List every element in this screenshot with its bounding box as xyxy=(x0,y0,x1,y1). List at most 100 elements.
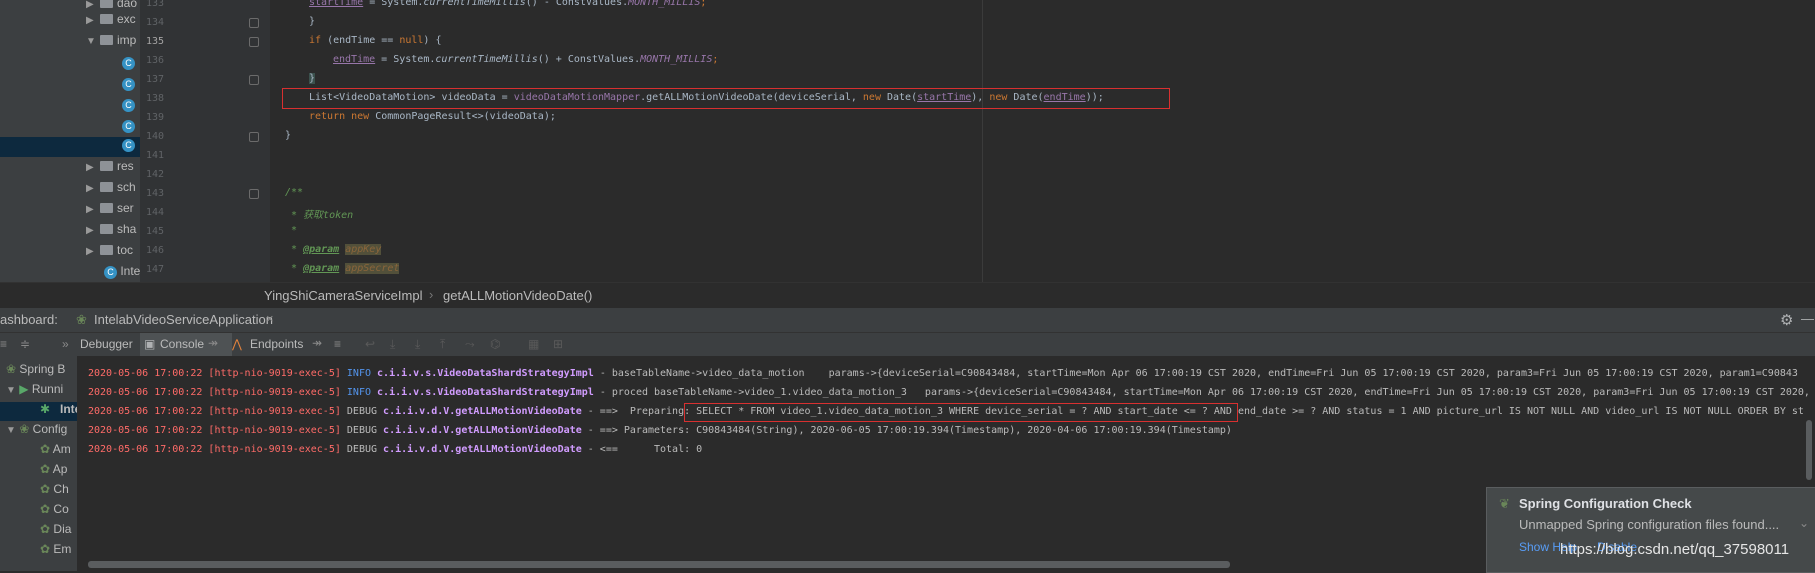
expand-arrow-icon[interactable]: ▶ xyxy=(86,162,100,173)
tree-item-label: Inte xyxy=(120,264,140,278)
fold-marker-icon[interactable] xyxy=(249,37,259,47)
expand-arrow-icon[interactable]: ▶ xyxy=(86,225,100,236)
run-icon: ▶ xyxy=(19,382,29,396)
tree-item-impl[interactable]: ▼ imp xyxy=(86,33,136,53)
spring-leaf-icon: ❦ xyxy=(1499,496,1510,511)
tab-debugger[interactable]: Debugger xyxy=(80,337,133,351)
horizontal-scrollbar[interactable] xyxy=(88,561,1230,568)
tab-console[interactable]: Console xyxy=(160,337,204,351)
run-to-cursor-icon[interactable]: ⤳ xyxy=(465,338,477,350)
expand-arrow-icon[interactable]: ▶ xyxy=(86,246,100,257)
expand-arrow-icon[interactable]: ▶ xyxy=(86,183,100,194)
service-item[interactable]: ▼ ❀ Config xyxy=(6,422,67,441)
spring-bean-icon: ✿ xyxy=(40,522,51,536)
log-line: 2020-05-06 17:00:22 [http-nio-9019-exec-… xyxy=(88,387,1815,398)
code-line-140: } xyxy=(285,130,292,141)
step-out-icon[interactable]: ⤒ xyxy=(440,338,452,350)
collapse-arrow-icon[interactable]: ▼ xyxy=(6,385,16,396)
service-item[interactable]: ✿ Ch xyxy=(40,482,69,501)
pin-icon[interactable]: ↠ xyxy=(312,336,322,350)
line-number: 141 xyxy=(145,150,164,161)
tree-item-sha[interactable]: ▶ sha xyxy=(86,222,136,242)
log-line: 2020-05-06 17:00:22 [http-nio-9019-exec-… xyxy=(88,425,1232,436)
expand-arrow-icon[interactable]: ▶ xyxy=(86,0,100,10)
tree-item-class[interactable]: C xyxy=(122,55,135,75)
tree-item-class-selected[interactable]: C xyxy=(0,137,140,157)
service-item[interactable]: ▼ ▶ Runni xyxy=(6,382,63,401)
minimize-panel-icon[interactable]: — xyxy=(1801,311,1814,326)
service-item[interactable]: ✿ Co xyxy=(40,502,69,521)
expand-arrow-icon[interactable]: ▶ xyxy=(86,15,100,26)
fold-marker-icon[interactable] xyxy=(249,18,259,28)
grid-icon[interactable]: ⊞ xyxy=(553,338,565,350)
line-number: 145 xyxy=(145,226,164,237)
tree-item-ser[interactable]: ▶ ser xyxy=(86,201,134,221)
line-number: 138 xyxy=(145,93,164,104)
fold-marker-icon[interactable] xyxy=(249,189,259,199)
more-icon[interactable]: » xyxy=(62,338,74,350)
line-number: 143 xyxy=(145,188,164,199)
tree-item-exception[interactable]: ▶ exc xyxy=(86,12,136,32)
step-into-icon[interactable]: ⤓ xyxy=(415,338,427,350)
pin-icon[interactable]: ↠ xyxy=(208,336,218,350)
step-over-icon[interactable]: ⤓ xyxy=(390,338,402,350)
breadcrumb-class[interactable]: YingShiCameraServiceImpl xyxy=(264,288,422,303)
line-number: 142 xyxy=(145,169,164,180)
collapse-icon[interactable]: ≑ xyxy=(20,338,32,350)
gear-icon[interactable]: ⚙ xyxy=(1780,311,1793,329)
debug-bug-icon: ✱ xyxy=(40,402,51,416)
tree-item-too[interactable]: ▶ toc xyxy=(86,243,133,263)
close-tab-icon[interactable]: × xyxy=(266,311,274,326)
vertical-scrollbar[interactable] xyxy=(1806,420,1812,480)
highlight-box xyxy=(684,403,1238,422)
fold-marker-icon[interactable] xyxy=(249,75,259,85)
code-line-135: if (endTime == null) { xyxy=(309,35,442,46)
dashboard-label: ashboard: xyxy=(0,312,58,327)
service-item[interactable]: ❀ Spring B xyxy=(6,362,65,381)
tree-item-sch[interactable]: ▶ sch xyxy=(86,180,136,200)
service-item[interactable]: ✿ Dia xyxy=(40,522,71,541)
tree-item-class[interactable]: C xyxy=(122,97,135,117)
tree-item-inte[interactable]: C Inte xyxy=(104,264,140,282)
tree-item-res[interactable]: ▶ res xyxy=(86,159,134,179)
line-number: 140 xyxy=(145,131,164,142)
collapse-arrow-icon[interactable]: ▼ xyxy=(6,425,16,436)
tree-item-class[interactable]: C xyxy=(122,118,135,138)
folder-icon xyxy=(100,0,113,8)
show-execution-point-icon[interactable]: ↩ xyxy=(365,338,377,350)
code-line-134: } xyxy=(309,16,316,27)
fold-marker-icon[interactable] xyxy=(249,132,259,142)
tree-item-class[interactable]: C xyxy=(122,76,135,96)
menu-icon[interactable]: ≡ xyxy=(334,338,346,350)
watermark: https://blog.csdn.net/qq_37598011 xyxy=(1560,541,1790,558)
spring-bean-icon: ✿ xyxy=(40,482,51,496)
highlight-box xyxy=(282,88,1170,109)
project-tree: ▶ dao ▶ exc ▼ imp C C C C C ▶ res ▶ sch ▶ ser … xyxy=(0,0,140,282)
notification-title: Spring Configuration Check xyxy=(1519,496,1692,511)
line-number: 144 xyxy=(145,207,164,218)
tab-endpoints[interactable]: Endpoints xyxy=(250,337,303,351)
notification-popup[interactable]: ❦ Spring Configuration Check Unmapped Sp… xyxy=(1486,487,1815,573)
code-editor[interactable] xyxy=(270,0,1815,282)
endpoints-icon: ⋀ xyxy=(232,337,242,351)
log-line: 2020-05-06 17:00:22 [http-nio-9019-exec-… xyxy=(88,368,1798,379)
service-item[interactable]: ✿ Am xyxy=(40,442,71,461)
service-item[interactable]: ✿ Em xyxy=(40,542,71,561)
line-number: 147 xyxy=(145,264,164,275)
code-line-144: * 获取token xyxy=(285,210,354,221)
tab-application[interactable]: IntelabVideoServiceApplication xyxy=(94,312,273,327)
service-item[interactable]: ✿ Ap xyxy=(40,462,67,481)
java-class-icon: C xyxy=(122,57,135,70)
code-line-143: /** xyxy=(285,187,304,198)
service-item-selected[interactable]: ✱Inte xyxy=(0,402,77,421)
run-dashboard-header: ashboard: ❀ IntelabVideoServiceApplicati… xyxy=(0,307,1815,333)
tree-item-label: dao xyxy=(117,0,138,10)
chevron-down-icon[interactable]: ⌄ xyxy=(1799,516,1809,530)
list-icon[interactable]: ≡ xyxy=(0,338,12,350)
java-class-icon: C xyxy=(104,266,117,279)
expand-arrow-icon[interactable]: ▶ xyxy=(86,204,100,215)
breadcrumb-method[interactable]: getALLMotionVideoDate() xyxy=(443,288,592,303)
evaluate-icon[interactable]: ⌬ xyxy=(490,338,502,350)
collapse-arrow-icon[interactable]: ▼ xyxy=(86,36,100,47)
table-icon[interactable]: ▦ xyxy=(528,338,540,350)
